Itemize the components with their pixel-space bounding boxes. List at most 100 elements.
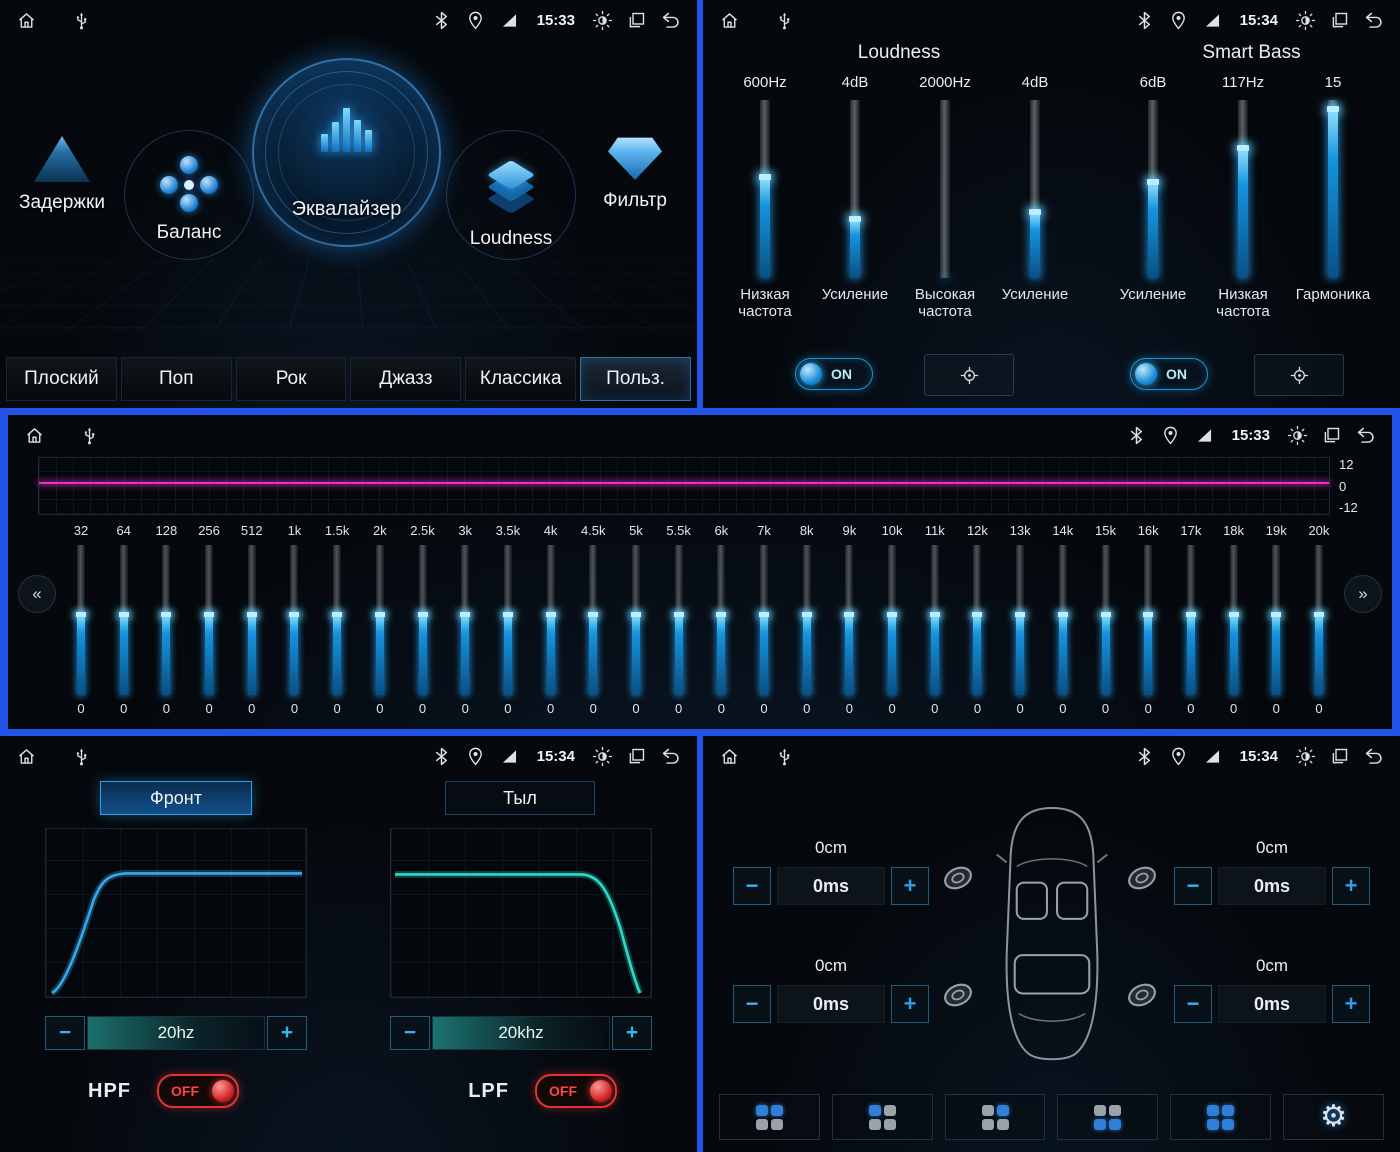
band-slider-track[interactable] (118, 545, 129, 695)
slider-track[interactable] (1029, 100, 1041, 278)
band-slider-track[interactable] (673, 545, 684, 695)
menu-item-balance[interactable]: Баланс (124, 130, 254, 260)
band-slider-track[interactable] (246, 545, 257, 695)
tab-front[interactable]: Фронт (100, 781, 252, 815)
band-slider-track[interactable] (972, 545, 983, 695)
back-icon[interactable] (660, 746, 681, 767)
decrease-button[interactable]: − (733, 867, 771, 905)
brightness-icon[interactable] (592, 10, 613, 31)
lpf-decrease-button[interactable]: − (390, 1016, 430, 1050)
slider-track[interactable] (759, 100, 771, 278)
recent-apps-icon[interactable] (626, 746, 647, 767)
hpf-value-bar[interactable]: 20hz (87, 1016, 265, 1050)
band-slider-track[interactable] (1271, 545, 1282, 695)
increase-button[interactable]: + (1332, 985, 1370, 1023)
band-slider-track[interactable] (588, 545, 599, 695)
band-slider-track[interactable] (844, 545, 855, 695)
back-icon[interactable] (1363, 746, 1384, 767)
increase-button[interactable]: + (891, 985, 929, 1023)
band-slider-track[interactable] (1015, 545, 1026, 695)
increase-button[interactable]: + (1332, 867, 1370, 905)
hpf-off-toggle[interactable]: OFF (157, 1074, 239, 1108)
tab-rear[interactable]: Тыл (445, 781, 595, 815)
slider-track[interactable] (1327, 100, 1339, 278)
back-icon[interactable] (1363, 10, 1384, 31)
band-slider-track[interactable] (1143, 545, 1154, 695)
band-slider-track[interactable] (630, 545, 641, 695)
home-icon[interactable] (719, 746, 740, 767)
seat-config-button-4[interactable] (1057, 1094, 1159, 1140)
lpf-off-toggle[interactable]: OFF (535, 1074, 617, 1108)
next-page-button[interactable]: » (1344, 575, 1382, 613)
decrease-button[interactable]: − (733, 985, 771, 1023)
band-slider-track[interactable] (1057, 545, 1068, 695)
seat-config-button-1[interactable] (719, 1094, 820, 1140)
band-slider-track[interactable] (1100, 545, 1111, 695)
decrease-button[interactable]: − (1174, 985, 1212, 1023)
brightness-icon[interactable] (592, 746, 613, 767)
band-slider-track[interactable] (332, 545, 343, 695)
band-slider-track[interactable] (1185, 545, 1196, 695)
recent-apps-icon[interactable] (1321, 425, 1342, 446)
smartbass-tune-button[interactable] (1254, 354, 1344, 396)
band-slider-track[interactable] (289, 545, 300, 695)
band-slider-track[interactable] (502, 545, 513, 695)
lpf-increase-button[interactable]: + (612, 1016, 652, 1050)
brightness-icon[interactable] (1287, 425, 1308, 446)
prev-page-button[interactable]: « (18, 575, 56, 613)
recent-apps-icon[interactable] (1329, 746, 1350, 767)
menu-item-delays[interactable]: Задержки (10, 136, 114, 214)
band-slider-track[interactable] (1228, 545, 1239, 695)
slider-track[interactable] (1147, 100, 1159, 278)
hpf-decrease-button[interactable]: − (45, 1016, 85, 1050)
preset-tab-user[interactable]: Польз. (580, 357, 691, 401)
band-slider-track[interactable] (374, 545, 385, 695)
hpf-increase-button[interactable]: + (267, 1016, 307, 1050)
seat-config-button-3[interactable] (944, 1094, 1046, 1140)
back-icon[interactable] (660, 10, 681, 31)
loudness-tune-button[interactable] (924, 354, 1014, 396)
band-slider-track[interactable] (716, 545, 727, 695)
increase-button[interactable]: + (891, 867, 929, 905)
home-icon[interactable] (24, 425, 45, 446)
hpf-curve (49, 870, 303, 997)
slider-track[interactable] (1237, 100, 1249, 278)
band-slider-track[interactable] (929, 545, 940, 695)
band-slider-track[interactable] (161, 545, 172, 695)
band-slider-track[interactable] (460, 545, 471, 695)
brightness-icon[interactable] (1295, 10, 1316, 31)
loudness-on-toggle[interactable]: ON (795, 358, 873, 390)
brightness-icon[interactable] (1295, 746, 1316, 767)
slider-track[interactable] (940, 100, 950, 278)
band-slider-track[interactable] (759, 545, 769, 695)
recent-apps-icon[interactable] (626, 10, 647, 31)
preset-tab-classic[interactable]: Классика (465, 357, 577, 401)
preset-tab-flat[interactable]: Плоский (6, 357, 117, 401)
band-slider-track[interactable] (801, 545, 812, 695)
back-icon[interactable] (1355, 425, 1376, 446)
preset-tab-jazz[interactable]: Джазз (350, 357, 462, 401)
band-slider-track[interactable] (417, 545, 428, 695)
preset-tab-rock[interactable]: Рок (235, 357, 347, 401)
recent-apps-icon[interactable] (1329, 10, 1350, 31)
delay-settings-button[interactable]: ⚙ (1283, 1094, 1384, 1140)
band-slider-track[interactable] (204, 545, 215, 695)
seat-config-button-2[interactable] (831, 1094, 933, 1140)
slider-track[interactable] (849, 100, 861, 278)
seat-config-button-5[interactable] (1170, 1094, 1272, 1140)
band-slider-track[interactable] (76, 545, 86, 695)
eq-band: 5.5k 0 (666, 523, 692, 716)
band-slider-track[interactable] (1313, 545, 1324, 695)
decrease-button[interactable]: − (1174, 867, 1212, 905)
band-slider-track[interactable] (887, 545, 898, 695)
preset-tab-pop[interactable]: Поп (120, 357, 232, 401)
lpf-value-bar[interactable]: 20khz (432, 1016, 610, 1050)
home-icon[interactable] (719, 10, 740, 31)
home-icon[interactable] (16, 10, 37, 31)
smartbass-on-toggle[interactable]: ON (1130, 358, 1208, 390)
home-icon[interactable] (16, 746, 37, 767)
menu-item-filter[interactable]: Фильтр (584, 134, 686, 212)
menu-item-equalizer-selected[interactable]: Эквалайзер (252, 58, 441, 247)
band-slider-track[interactable] (545, 545, 556, 695)
menu-item-loudness[interactable]: Loudness (446, 130, 576, 260)
